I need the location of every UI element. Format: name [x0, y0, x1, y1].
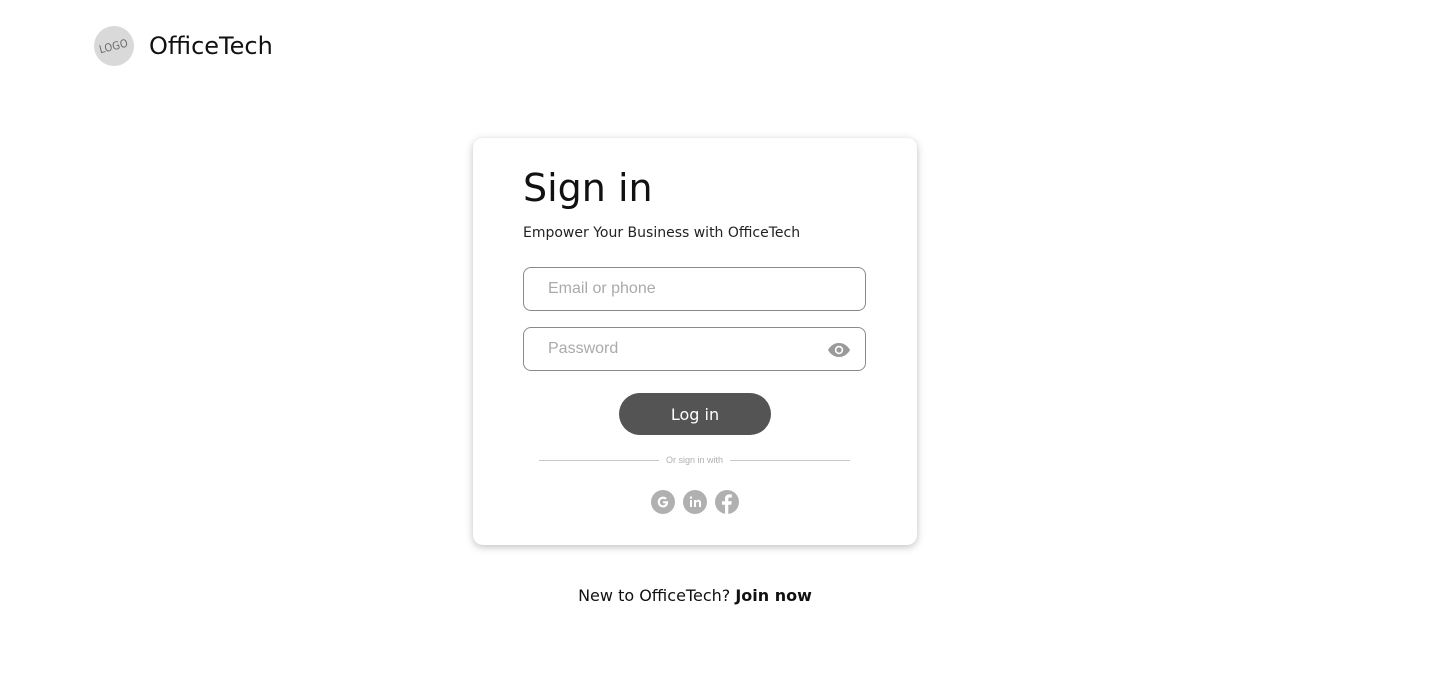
password-input[interactable] — [548, 340, 808, 358]
divider-text: Or sign in with — [665, 455, 724, 465]
signup-prompt: New to OfficeTech? Join now — [0, 586, 1390, 605]
facebook-icon[interactable] — [715, 490, 739, 514]
or-divider: Or sign in with — [539, 455, 850, 465]
login-button[interactable]: Log in — [619, 393, 771, 435]
subtitle: Empower Your Business with OfficeTech — [523, 225, 801, 241]
site-header: LOGO OfficeTech — [94, 26, 273, 66]
email-input[interactable] — [548, 280, 808, 298]
linkedin-icon[interactable] — [683, 490, 707, 514]
logo-text: LOGO — [98, 36, 130, 56]
social-login-group — [651, 490, 739, 514]
logo[interactable]: LOGO — [94, 26, 134, 66]
signup-prompt-text: New to OfficeTech? — [578, 586, 731, 605]
page-title: Sign in — [523, 166, 653, 210]
google-icon[interactable] — [651, 490, 675, 514]
sign-in-card: Sign in Empower Your Business with Offic… — [473, 138, 917, 545]
password-field[interactable] — [523, 327, 866, 371]
divider-line-left — [539, 459, 659, 461]
eye-icon[interactable] — [827, 339, 851, 361]
email-field[interactable] — [523, 267, 866, 311]
divider-line-right — [730, 459, 850, 461]
brand-name: OfficeTech — [149, 32, 273, 60]
join-now-link[interactable]: Join now — [735, 586, 812, 605]
